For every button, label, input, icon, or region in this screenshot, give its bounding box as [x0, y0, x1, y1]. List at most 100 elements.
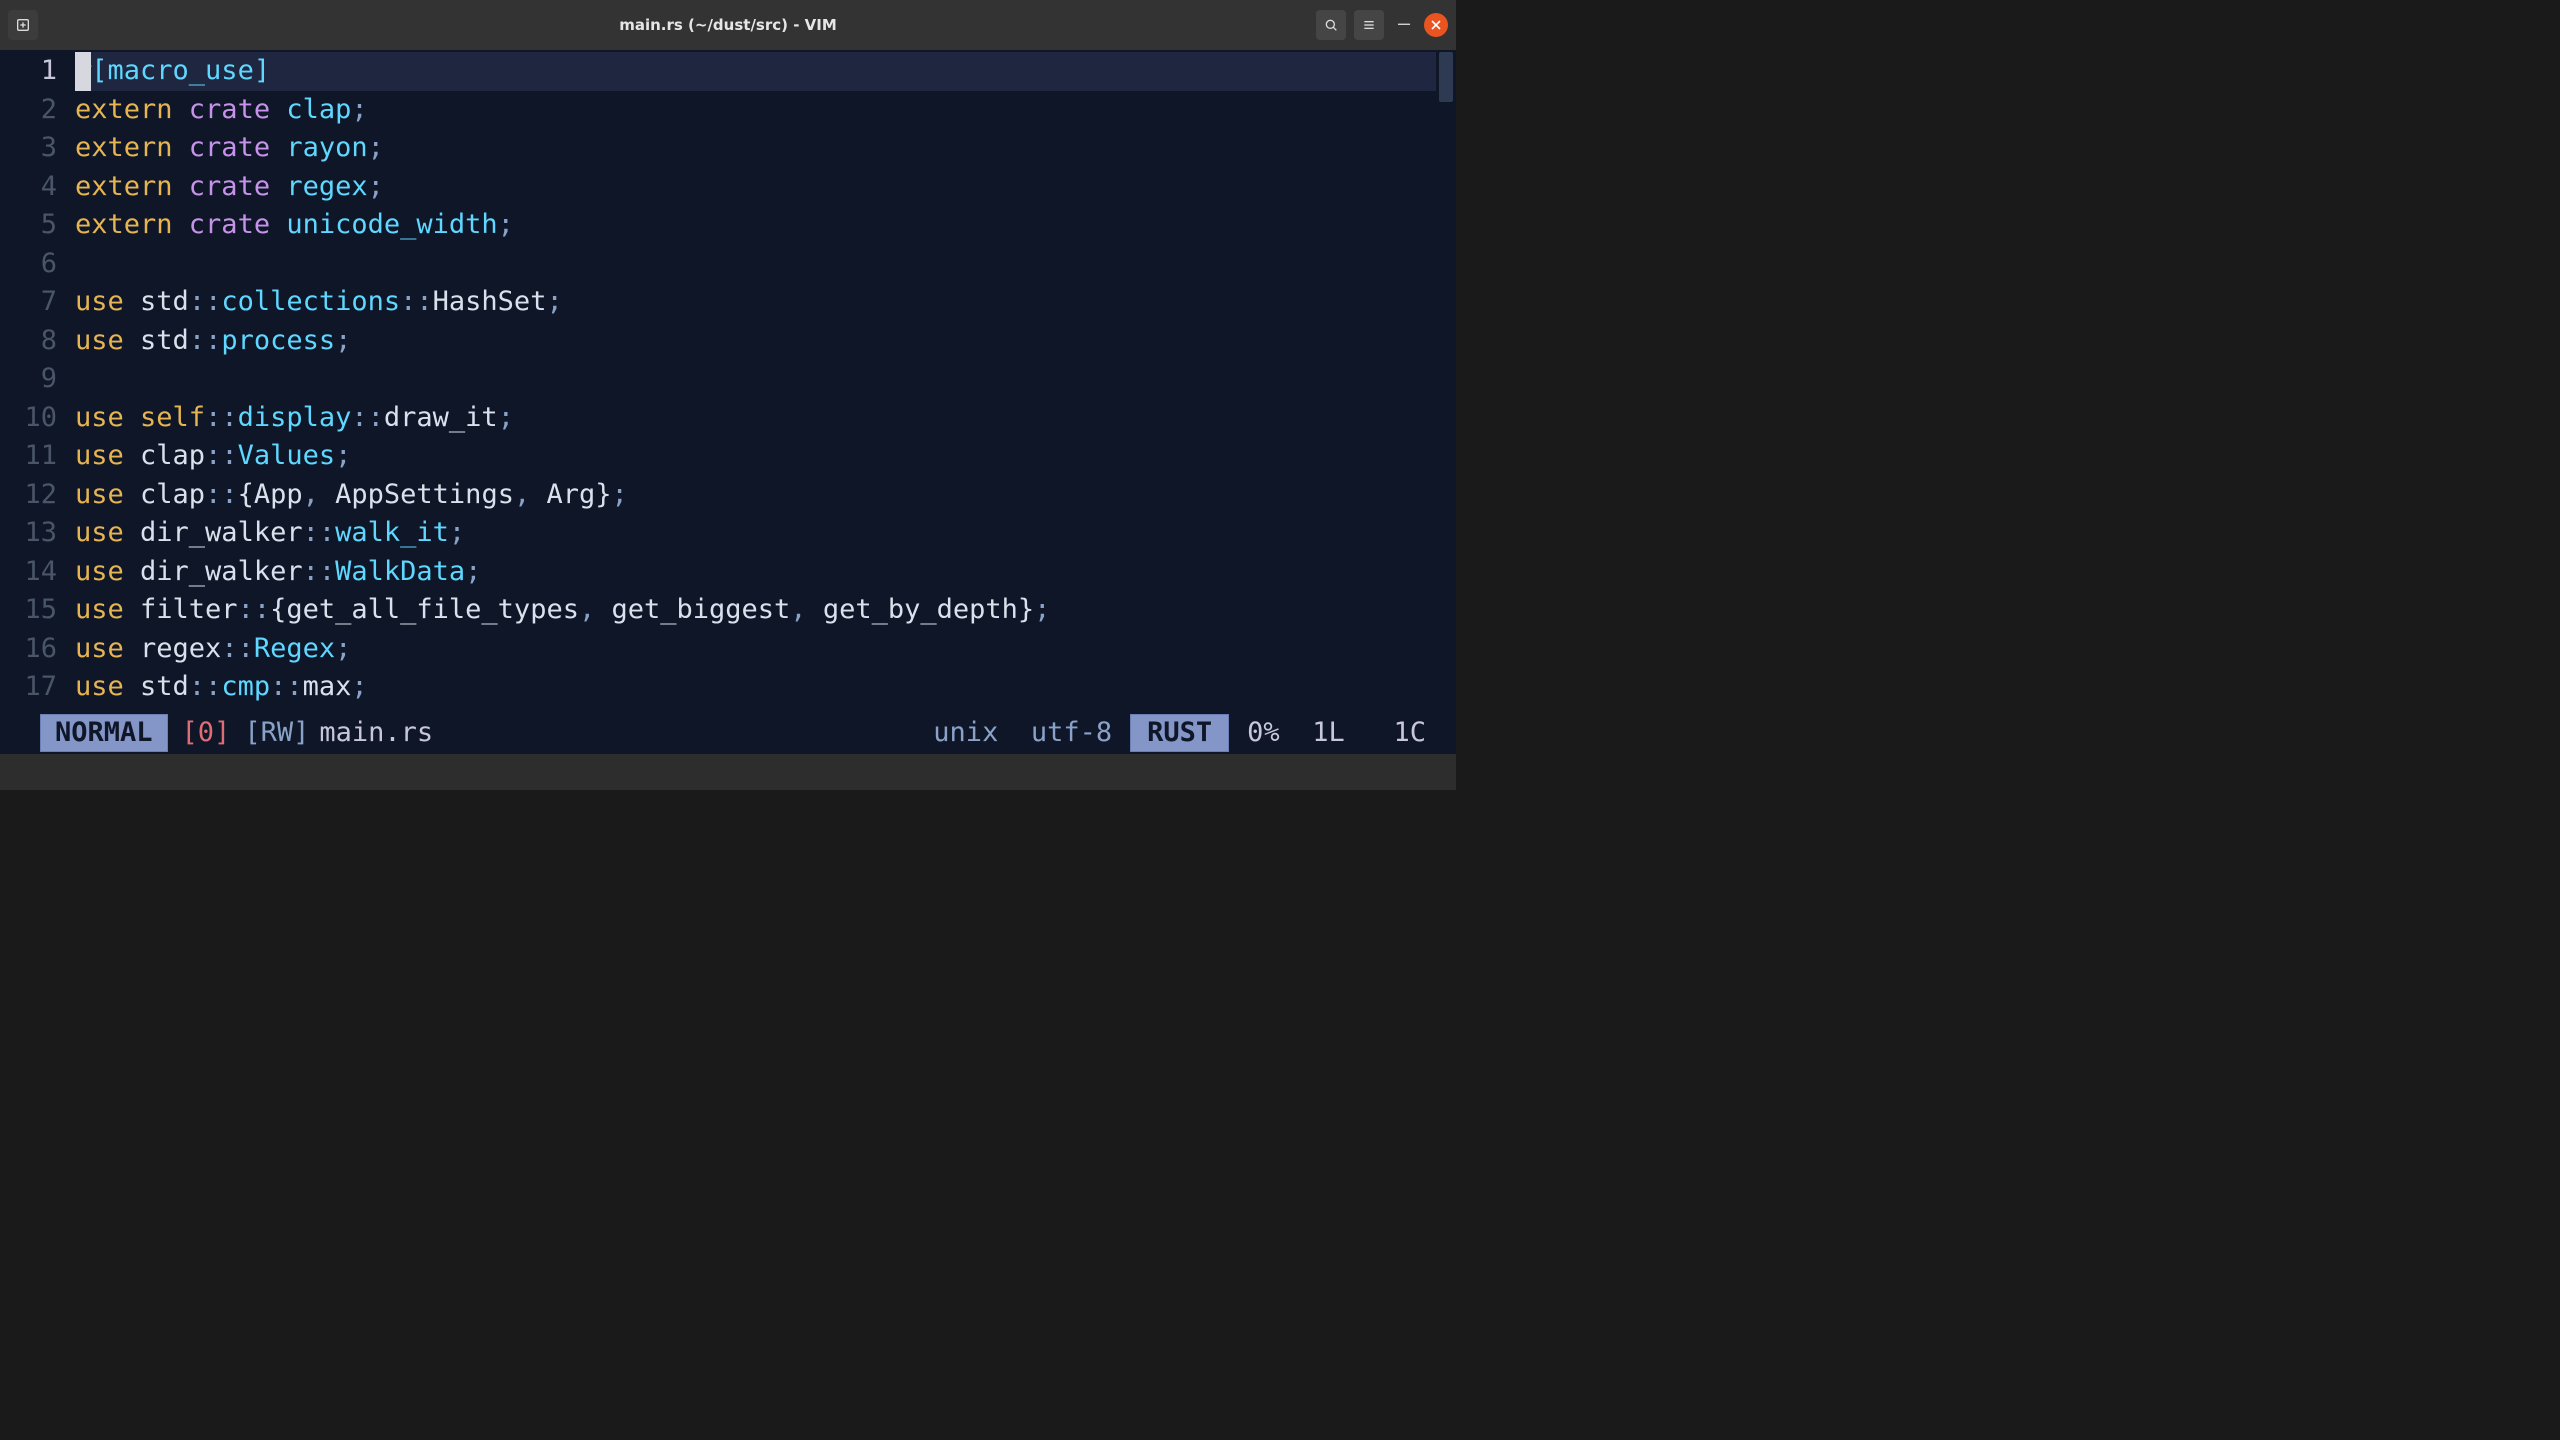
line-number: 7: [0, 283, 75, 322]
syntax-token: ;: [546, 286, 562, 317]
filename-indicator: main.rs: [319, 712, 433, 754]
syntax-token: }: [1018, 594, 1034, 625]
syntax-token: ,: [790, 594, 823, 625]
syntax-token: max: [303, 671, 352, 702]
code-line[interactable]: use regex::Regex;: [75, 630, 1456, 669]
syntax-token: extern: [75, 94, 189, 125]
syntax-token: get_by_depth: [823, 594, 1018, 625]
syntax-token: use: [75, 286, 140, 317]
syntax-token: unicode_width: [286, 209, 497, 240]
percent-indicator: 0%: [1247, 712, 1280, 754]
window-title: main.rs (~/dust/src) - VIM: [619, 16, 837, 34]
code-line[interactable]: extern crate rayon;: [75, 129, 1456, 168]
syntax-token: ::: [205, 479, 238, 510]
syntax-token: use: [75, 594, 140, 625]
syntax-token: regex: [286, 171, 367, 202]
syntax-token: Values: [238, 440, 336, 471]
vim-mode-indicator: NORMAL: [40, 714, 168, 752]
syntax-token: ;: [612, 479, 628, 510]
code-line[interactable]: #[macro_use]: [75, 52, 1456, 91]
minimize-button[interactable]: –: [1392, 13, 1416, 37]
syntax-token: clap: [286, 94, 351, 125]
filetype-indicator: RUST: [1130, 714, 1229, 752]
syntax-token: ;: [351, 671, 367, 702]
line-number: 15: [0, 591, 75, 630]
syntax-token: ;: [335, 325, 351, 356]
encoding-indicator-value: utf-8: [1031, 712, 1112, 754]
line-indicator: 1L: [1312, 712, 1345, 754]
syntax-token: ::: [189, 671, 222, 702]
syntax-token: get_all_file_types: [286, 594, 579, 625]
syntax-token: use: [75, 671, 140, 702]
syntax-token: ;: [1034, 594, 1050, 625]
syntax-token: std: [140, 671, 189, 702]
editor-area[interactable]: 1234567891011121314151617 #[macro_use]ex…: [0, 50, 1456, 712]
line-number-gutter: 1234567891011121314151617: [0, 50, 75, 712]
syntax-token: regex: [140, 633, 221, 664]
close-button[interactable]: [1424, 13, 1448, 37]
syntax-token: crate: [189, 171, 287, 202]
new-tab-button[interactable]: [8, 10, 38, 40]
line-number: 12: [0, 476, 75, 515]
syntax-token: extern: [75, 209, 189, 240]
syntax-token: {: [270, 594, 286, 625]
syntax-token: ,: [579, 594, 612, 625]
syntax-token: ;: [335, 633, 351, 664]
bottom-blank-bar: [0, 754, 1456, 790]
syntax-token: cmp: [221, 671, 270, 702]
col-indicator: 1C: [1393, 712, 1426, 754]
syntax-token: crate: [189, 209, 287, 240]
syntax-token: ::: [189, 325, 222, 356]
syntax-token: AppSettings: [335, 479, 514, 510]
code-line[interactable]: extern crate unicode_width;: [75, 206, 1456, 245]
syntax-token: collections: [221, 286, 400, 317]
line-number: 13: [0, 514, 75, 553]
syntax-token: dir_walker: [140, 556, 303, 587]
code-line[interactable]: [75, 245, 1456, 284]
syntax-token: ;: [498, 209, 514, 240]
syntax-token: std: [140, 286, 189, 317]
syntax-token: ;: [449, 517, 465, 548]
pos-sep2: [1345, 712, 1394, 754]
line-number: 11: [0, 437, 75, 476]
syntax-token: ;: [368, 171, 384, 202]
syntax-token: {: [238, 479, 254, 510]
line-number: 6: [0, 245, 75, 284]
syntax-token: use: [75, 556, 140, 587]
code-line[interactable]: [75, 360, 1456, 399]
code-line[interactable]: extern crate clap;: [75, 91, 1456, 130]
hamburger-menu-button[interactable]: [1354, 10, 1384, 40]
syntax-token: }: [595, 479, 611, 510]
syntax-token: ::: [205, 440, 238, 471]
search-button[interactable]: [1316, 10, 1346, 40]
code-line[interactable]: use dir_walker::WalkData;: [75, 553, 1456, 592]
line-number: 2: [0, 91, 75, 130]
syntax-token: ::: [351, 402, 384, 433]
syntax-token: use: [75, 633, 140, 664]
syntax-token: HashSet: [433, 286, 547, 317]
line-ending-indicator: unix: [933, 712, 998, 754]
line-number: 14: [0, 553, 75, 592]
code-line[interactable]: use std::process;: [75, 322, 1456, 361]
syntax-token: extern: [75, 171, 189, 202]
code-line[interactable]: use self::display::draw_it;: [75, 399, 1456, 438]
code-area[interactable]: #[macro_use]extern crate clap;extern cra…: [75, 50, 1456, 712]
code-line[interactable]: use clap::{App, AppSettings, Arg};: [75, 476, 1456, 515]
syntax-token: ;: [465, 556, 481, 587]
encoding-indicator: [998, 712, 1031, 754]
syntax-token: ::: [400, 286, 433, 317]
readwrite-indicator: [RW]: [244, 712, 319, 754]
syntax-token: ::: [303, 517, 336, 548]
syntax-token: clap: [140, 440, 205, 471]
code-line[interactable]: extern crate regex;: [75, 168, 1456, 207]
titlebar-left: [8, 10, 38, 40]
code-line[interactable]: use clap::Values;: [75, 437, 1456, 476]
code-line[interactable]: use dir_walker::walk_it;: [75, 514, 1456, 553]
syntax-token: std: [140, 325, 189, 356]
code-line[interactable]: use filter::{get_all_file_types, get_big…: [75, 591, 1456, 630]
syntax-token: ;: [498, 402, 514, 433]
code-line[interactable]: use std::cmp::max;: [75, 668, 1456, 707]
code-line[interactable]: use std::collections::HashSet;: [75, 283, 1456, 322]
syntax-token: use: [75, 517, 140, 548]
syntax-token: display: [238, 402, 352, 433]
